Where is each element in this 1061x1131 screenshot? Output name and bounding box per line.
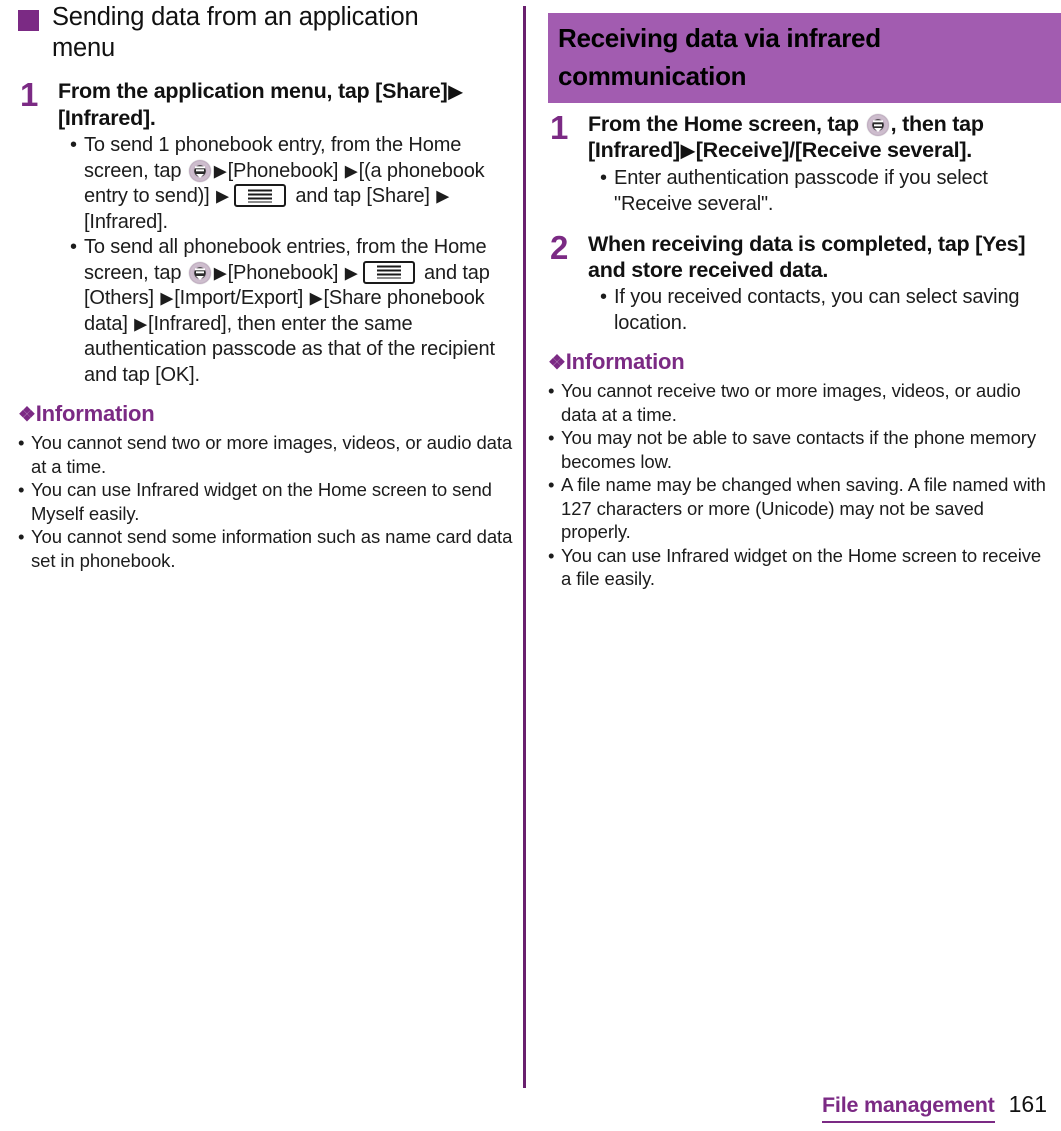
right-column: 1 From the Home screen, tap , then tap [… bbox=[548, 105, 1052, 591]
list-item: • A file name may be changed when saving… bbox=[548, 473, 1052, 544]
manual-page: Sending data from an application menu 1 … bbox=[0, 0, 1061, 1131]
step-number: 2 bbox=[550, 229, 569, 266]
information-heading-text: Information bbox=[565, 349, 685, 374]
information-heading: ❖Information bbox=[548, 348, 1052, 377]
list-item: • You can use Infrared widget on the Hom… bbox=[18, 478, 516, 525]
left-column: Sending data from an application menu 1 … bbox=[18, 0, 516, 572]
bullet-dot: • bbox=[548, 474, 555, 495]
footer-page-number: 161 bbox=[1008, 1091, 1047, 1117]
app-drawer-icon bbox=[188, 261, 211, 284]
arrow-icon: ▶ bbox=[344, 160, 358, 180]
list-item-text: To send all phonebook entries, from the … bbox=[84, 235, 516, 388]
bullet-dot: • bbox=[600, 167, 607, 189]
step-title: From the Home screen, tap , then tap [In… bbox=[588, 111, 1052, 164]
arrow-icon: ▶ bbox=[309, 288, 323, 308]
step-number: 1 bbox=[20, 76, 39, 113]
bullet-dot: • bbox=[548, 380, 555, 401]
arrow-icon: ▶ bbox=[680, 140, 695, 161]
bullet-dot: • bbox=[70, 236, 77, 258]
arrow-icon: ▶ bbox=[216, 186, 229, 206]
list-item: • Enter authentication passcode if you s… bbox=[600, 166, 1052, 217]
list-item: • You cannot receive two or more images,… bbox=[548, 379, 1052, 426]
right-step-1: 1 From the Home screen, tap , then tap [… bbox=[548, 111, 1052, 217]
section-heading: Sending data from an application menu bbox=[18, 0, 516, 64]
step-body: From the application menu, tap [Share]▶[… bbox=[58, 78, 516, 388]
information-heading: ❖Information bbox=[18, 400, 516, 429]
list-item: • If you received contacts, you can sele… bbox=[600, 285, 1052, 336]
step-bullet-list: • If you received contacts, you can sele… bbox=[588, 285, 1052, 336]
step-title-part2: [Infrared]. bbox=[58, 106, 156, 130]
bullet-seg5: [Infrared]. bbox=[84, 210, 168, 233]
step-title: When receiving data is completed, tap [Y… bbox=[588, 232, 1026, 282]
information-list: • You cannot send two or more images, vi… bbox=[18, 431, 516, 572]
list-item: • You cannot send two or more images, vi… bbox=[18, 431, 516, 478]
bullet-dot: • bbox=[548, 544, 555, 566]
app-drawer-icon bbox=[866, 114, 889, 136]
bullet-dot: • bbox=[600, 286, 607, 308]
arrow-icon: ▶ bbox=[344, 262, 358, 282]
arrow-icon: ▶ bbox=[160, 288, 174, 308]
left-step-1: 1 From the application menu, tap [Share]… bbox=[18, 78, 516, 388]
step-title-part1: From the application menu, tap [Share] bbox=[58, 79, 448, 103]
step-bullet-list: • To send 1 phonebook entry, from the Ho… bbox=[58, 133, 516, 388]
list-item: • To send 1 phonebook entry, from the Ho… bbox=[70, 133, 516, 235]
arrow-icon: ▶ bbox=[134, 313, 148, 333]
bullet-dot: • bbox=[18, 526, 25, 547]
list-item-text: Enter authentication passcode if you sel… bbox=[614, 167, 988, 215]
column-divider bbox=[523, 6, 526, 1088]
bullet-seg2: [Phonebook] bbox=[227, 261, 344, 284]
footer-chapter-label: File management bbox=[821, 1093, 995, 1123]
information-heading-text: Information bbox=[35, 401, 155, 426]
bullet-dot: • bbox=[18, 432, 25, 453]
list-item: • You cannot send some information such … bbox=[18, 525, 516, 572]
arrow-icon: ▶ bbox=[213, 262, 227, 282]
menu-key-icon bbox=[233, 184, 286, 207]
square-bullet-icon bbox=[18, 10, 39, 31]
list-item-text: You cannot send some information such as… bbox=[31, 526, 513, 571]
diamond-icon: ❖ bbox=[548, 352, 566, 374]
list-item-text: You can use Infrared widget on the Home … bbox=[561, 544, 1042, 590]
step-title-seg3: [Receive]/[Receive several]. bbox=[695, 138, 973, 162]
list-item-text: You may not be able to save contacts if … bbox=[561, 427, 1037, 472]
arrow-icon: ▶ bbox=[436, 186, 450, 206]
bullet-seg4: and tap [Share] bbox=[289, 185, 436, 207]
list-item: • You can use Infrared widget on the Hom… bbox=[548, 544, 1052, 591]
list-item-text: You cannot send two or more images, vide… bbox=[31, 432, 513, 477]
right-step-2: 2 When receiving data is completed, tap … bbox=[548, 231, 1052, 336]
bullet-dot: • bbox=[548, 427, 555, 448]
arrow-icon: ▶ bbox=[448, 81, 463, 102]
step-title: From the application menu, tap [Share]▶ [… bbox=[58, 78, 516, 131]
menu-key-icon bbox=[362, 260, 415, 284]
bullet-seg4: [Import/Export] bbox=[174, 287, 309, 309]
list-item: • To send all phonebook entries, from th… bbox=[70, 235, 516, 388]
list-item-text: If you received contacts, you can select… bbox=[614, 286, 1020, 334]
step-bullet-list: • Enter authentication passcode if you s… bbox=[588, 166, 1052, 217]
bullet-dot: • bbox=[70, 134, 77, 156]
list-item-text: You cannot receive two or more images, v… bbox=[561, 380, 1021, 425]
list-item-text: To send 1 phonebook entry, from the Home… bbox=[84, 133, 516, 235]
list-item-text: A file name may be changed when saving. … bbox=[561, 474, 1046, 542]
step-body: When receiving data is completed, tap [Y… bbox=[588, 231, 1052, 336]
information-list: • You cannot receive two or more images,… bbox=[548, 379, 1052, 591]
step-title-seg1: From the Home screen, tap bbox=[588, 112, 865, 136]
diamond-icon: ❖ bbox=[18, 404, 36, 426]
list-item-text: You can use Infrared widget on the Home … bbox=[31, 479, 492, 524]
app-drawer-icon bbox=[188, 159, 211, 182]
arrow-icon: ▶ bbox=[213, 160, 227, 180]
list-item: • You may not be able to save contacts i… bbox=[548, 426, 1052, 473]
step-number: 1 bbox=[550, 109, 569, 146]
chapter-bar-heading: Receiving data via infrared communicatio… bbox=[548, 13, 1061, 103]
page-footer: File management 161 bbox=[821, 1091, 1047, 1123]
step-body: From the Home screen, tap , then tap [In… bbox=[588, 111, 1052, 217]
section-heading-text: Sending data from an application menu bbox=[52, 3, 419, 62]
bullet-dot: • bbox=[18, 479, 25, 500]
bullet-seg2: [Phonebook] bbox=[227, 159, 344, 182]
chapter-bar-heading-text: Receiving data via infrared communicatio… bbox=[558, 23, 881, 91]
